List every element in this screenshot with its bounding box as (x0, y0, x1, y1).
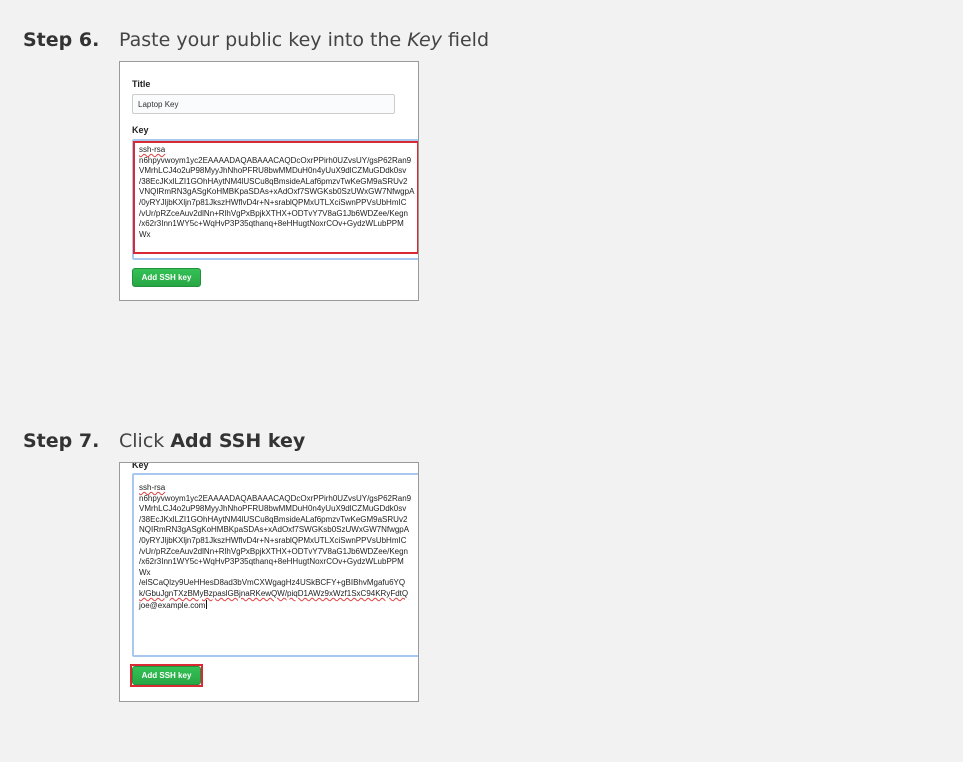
add-ssh-key-button[interactable]: Add SSH key (132, 666, 201, 685)
key-line: n6hpyvwoym1yc2EAAAADAQABAAACAQDcOxrPPirh… (139, 155, 412, 165)
key-line: /0yRYJljbKXljn7p81JkszHWflvD4r+N+srablQP… (139, 535, 407, 545)
key-textarea[interactable]: ssh-rsa n6hpyvwoym1yc2EAAAADAQABAAACAQDc… (132, 139, 418, 260)
step-6-text-after: field (441, 29, 490, 51)
key-line: /vUr/pRZceAuv2dlNn+RlhVgPxBpjkXTHX+ODTvY… (139, 208, 408, 218)
step-7-instruction: Click Add SSH key (119, 430, 305, 452)
key-line: /38EcJKxlLZI1GOhHAytNM4lUSCu8qBmsideALaf… (139, 176, 408, 186)
key-email: joe@example.com (139, 600, 206, 610)
step-7-label: Step 7. (23, 430, 100, 452)
key-label: Key (132, 462, 149, 470)
step-7-text-before: Click (119, 430, 171, 452)
step-6-screenshot: Title Laptop Key Key ssh-rsa n6hpyvwoym1… (119, 61, 419, 301)
text-caret (206, 599, 208, 609)
key-line: NQIRmRN3gASgKoHMBKpaSDAs+xAdOxf7SWGKsb0S… (139, 525, 410, 535)
key-line: /0yRYJljbKXljn7p81JkszHWflvD4r+N+srablQP… (139, 197, 407, 207)
key-line: ssh-rsa (139, 145, 166, 154)
key-line: n6hpyvwoym1yc2EAAAADAQABAAACAQDcOxrPPirh… (139, 493, 412, 503)
key-line: /x62r3Inn1WY5c+WqHvP3P35qthanq+8eHHugtNo… (139, 219, 404, 229)
title-input[interactable]: Laptop Key (132, 94, 395, 114)
key-line: k/GbuJgnTXzBMyBzpaslGBjnaRKewQW/piqD1AWz… (139, 588, 409, 598)
key-textarea[interactable]: ssh-rsa n6hpyvwoym1yc2EAAAADAQABAAACAQDc… (132, 473, 418, 657)
step-6-text-emphasis: Key (407, 29, 442, 51)
key-label: Key (132, 125, 149, 135)
key-line: VMrhLCJ4o2uP98MyyJhNhoPFRU8bwMMDuH0n4yUu… (139, 166, 407, 176)
key-line: Wx (139, 567, 151, 577)
key-line: /38EcJKxlLZI1GOhHAytNM4lUSCu8qBmsideALaf… (139, 514, 408, 524)
step-6-label: Step 6. (23, 29, 100, 51)
step-7-text-strong: Add SSH key (170, 430, 306, 452)
key-line: Wx (139, 229, 151, 239)
add-ssh-key-button[interactable]: Add SSH key (132, 268, 201, 287)
key-line: /vUr/pRZceAuv2dlNn+RlhVgPxBpjkXTHX+ODTvY… (139, 546, 408, 556)
key-line-email: joe@example.com (139, 599, 418, 612)
step-7-screenshot: Key ssh-rsa n6hpyvwoym1yc2EAAAADAQABAAAC… (119, 462, 419, 702)
title-label: Title (132, 79, 151, 89)
key-line: /x62r3Inn1WY5c+WqHvP3P35qthanq+8eHHugtNo… (139, 557, 404, 567)
key-line: /elSCaQlzy9UeHHesD8ad3bVmCXWgagHz4USkBCF… (139, 578, 406, 588)
key-line: VNQIRmRN3gASgKoHMBKpaSDAs+xAdOxf7SWGKsb0… (139, 187, 415, 197)
step-6-text-before: Paste your public key into the (119, 29, 408, 51)
key-line: VMrhLCJ4o2uP98MyyJhNhoPFRU8bwMMDuH0n4yUu… (139, 504, 407, 514)
key-line: ssh-rsa (139, 483, 166, 492)
step-6-instruction: Paste your public key into the Key field (119, 29, 489, 51)
